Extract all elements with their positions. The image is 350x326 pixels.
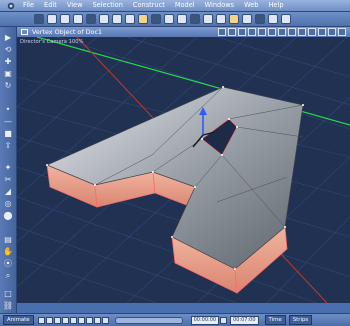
textured-icon[interactable] (278, 28, 286, 36)
viewport-title: Vertex Object of Doc1 (32, 28, 103, 36)
twist-icon[interactable]: ↻ (3, 81, 13, 90)
extrude-icon[interactable]: ⇧ (3, 141, 13, 150)
mode-dropdown[interactable]: Animate (3, 315, 34, 325)
record-icon[interactable] (93, 316, 101, 324)
viewport-tools (218, 28, 346, 36)
zoom-icon[interactable]: ⌕ (3, 271, 13, 280)
cylinder-icon[interactable] (60, 14, 70, 24)
zoom-fit-icon[interactable] (328, 28, 336, 36)
time-start-field[interactable]: 00:00:00 (190, 315, 220, 325)
3d-viewport[interactable]: Director's Camera 100% (17, 37, 350, 303)
menu-view[interactable]: View (62, 0, 88, 11)
material-icon[interactable] (177, 14, 187, 24)
arrow-icon[interactable]: ▶ (3, 33, 13, 42)
wireframe-icon[interactable] (258, 28, 266, 36)
particle-icon[interactable] (268, 14, 278, 24)
time-end-field[interactable]: 00:07:00 (230, 315, 259, 325)
bottom-bar: Animate 00:00:00 00:07:00 Time Strips (0, 313, 350, 326)
time-dropdown[interactable]: Time (264, 315, 286, 325)
terrain-icon[interactable] (242, 14, 252, 24)
camera-icon[interactable] (125, 14, 135, 24)
scale-icon[interactable]: ▣ (3, 69, 13, 78)
smooth-icon[interactable]: ◎ (3, 199, 13, 208)
strips-dropdown[interactable]: Strips (288, 315, 313, 325)
forward-icon[interactable] (77, 316, 85, 324)
orbit-icon[interactable]: ⦿ (3, 259, 13, 268)
sky-icon[interactable] (255, 14, 265, 24)
rotate-icon[interactable]: ⟲ (3, 45, 13, 54)
vertex-tool-icon[interactable]: • (3, 105, 13, 114)
modeler-icon[interactable] (229, 14, 239, 24)
main-toolbar (0, 12, 350, 27)
view-top-icon[interactable] (238, 28, 246, 36)
add-point-icon[interactable]: ✦ (3, 163, 13, 172)
text-tool-icon[interactable] (138, 14, 148, 24)
menu-selection[interactable]: Selection (87, 0, 127, 11)
torus-icon[interactable] (86, 14, 96, 24)
scene-canvas (17, 37, 350, 303)
loop-icon[interactable] (85, 316, 93, 324)
menu-model[interactable]: Model (170, 0, 200, 11)
view-side-icon[interactable] (248, 28, 256, 36)
keyframe-icon[interactable] (101, 316, 109, 324)
lock-icon[interactable] (308, 28, 316, 36)
letter-a-mesh[interactable] (46, 86, 304, 294)
menu-help[interactable]: Help (263, 0, 288, 11)
maximize-icon[interactable] (338, 28, 346, 36)
viewport-header: Vertex Object of Doc1 (17, 27, 350, 37)
camera-dolly-icon[interactable]: ▤ (3, 235, 13, 244)
view-front-icon[interactable] (228, 28, 236, 36)
camera-label: Director's Camera 100% (20, 39, 84, 45)
grid-toggle-icon[interactable] (288, 28, 296, 36)
weld-icon[interactable]: ⬤ (3, 211, 13, 220)
edge-tool-icon[interactable]: — (3, 117, 13, 126)
menu-file[interactable]: File (18, 0, 39, 11)
menu-bar: File Edit View Selection Construct Model… (0, 0, 350, 12)
pan-hand-icon[interactable]: ✋ (3, 247, 13, 256)
link-icon[interactable]: ⛓ (3, 301, 13, 310)
move-icon[interactable]: ✚ (3, 57, 13, 66)
cube-icon[interactable] (47, 14, 57, 24)
snap-icon[interactable] (298, 28, 306, 36)
frame-icon[interactable]: □ (3, 289, 13, 298)
camera-select-icon[interactable] (218, 28, 226, 36)
left-toolbar: ▶ ⟲ ✚ ▣ ↻ • — ■ ⇧ ✦ ✂ ◢ ◎ ⬤ ▤ ✋ ⦿ ⌕ □ ⛓ (0, 27, 17, 313)
shaded-icon[interactable] (268, 28, 276, 36)
menu-construct[interactable]: Construct (128, 0, 170, 11)
sphere-icon[interactable] (34, 14, 44, 24)
browser-icon[interactable] (281, 14, 291, 24)
render-icon[interactable] (164, 14, 174, 24)
face-tool-icon[interactable]: ■ (3, 129, 13, 138)
bevel-icon[interactable]: ◢ (3, 187, 13, 196)
plane-icon[interactable] (99, 14, 109, 24)
shader-icon[interactable] (190, 14, 200, 24)
cone-icon[interactable] (73, 14, 83, 24)
rewind-icon[interactable] (37, 316, 45, 324)
display-options-icon[interactable] (318, 28, 326, 36)
light-icon[interactable] (112, 14, 122, 24)
primitive-icon[interactable] (216, 14, 226, 24)
menu-web[interactable]: Web (239, 0, 263, 11)
cut-icon[interactable]: ✂ (3, 175, 13, 184)
prev-frame-icon[interactable] (45, 316, 53, 324)
menu-edit[interactable]: Edit (39, 0, 62, 11)
viewport-icon (21, 29, 28, 35)
next-frame-icon[interactable] (69, 316, 77, 324)
stop-icon[interactable] (53, 316, 61, 324)
play-icon[interactable] (61, 316, 69, 324)
app-logo-icon (4, 1, 18, 10)
group-icon[interactable] (151, 14, 161, 24)
menu-windows[interactable]: Windows (200, 0, 239, 11)
deformer-icon[interactable] (203, 14, 213, 24)
timeline-scrubber[interactable] (114, 316, 183, 324)
timeline-toggle-icon[interactable] (220, 316, 228, 324)
